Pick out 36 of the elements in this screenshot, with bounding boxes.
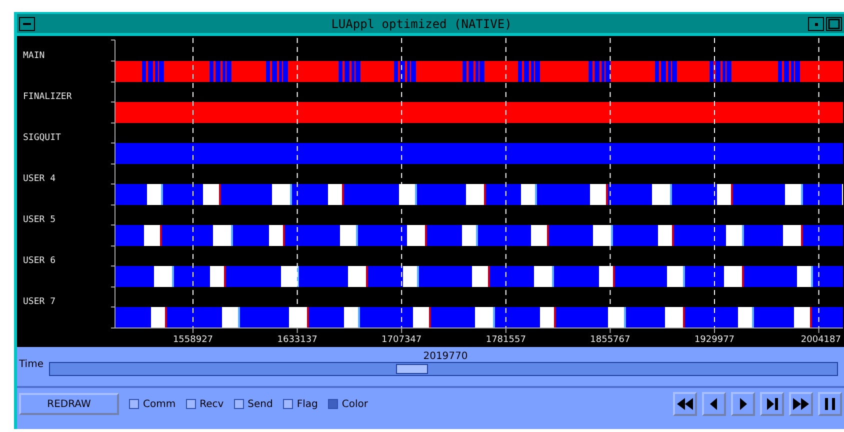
maximize-icon[interactable] <box>826 16 842 30</box>
window-menu-icon[interactable] <box>19 16 35 30</box>
window-title: LUAppl optimized (NATIVE) <box>330 16 513 30</box>
option-checkbox[interactable]: Comm <box>129 398 176 410</box>
fast-forward-button[interactable] <box>789 392 813 416</box>
slider-thumb[interactable] <box>396 364 428 374</box>
thread-label: FINALIZER <box>23 92 72 102</box>
thread-label: USER 5 <box>23 215 56 225</box>
time-tick-label: 1633137 <box>277 335 318 345</box>
option-checkbox[interactable]: Color <box>328 398 368 410</box>
slider-value: 2019770 <box>423 351 468 362</box>
time-tick-label: 1855767 <box>590 335 630 345</box>
thread-label: USER 4 <box>23 174 56 184</box>
thread-label: USER 6 <box>23 256 56 266</box>
option-checkbox[interactable]: Send <box>234 398 273 410</box>
time-slider[interactable] <box>49 362 838 376</box>
time-tick-label: 2004187 <box>800 335 841 345</box>
thread-label: MAIN <box>23 51 45 61</box>
step-end-button[interactable] <box>760 392 784 416</box>
time-tick-label: 1707347 <box>382 335 422 345</box>
time-tick-label: 1781557 <box>486 335 526 345</box>
slider-label: Time <box>19 359 44 370</box>
pause-button[interactable] <box>818 392 842 416</box>
option-checkbox[interactable]: Recv <box>186 398 224 410</box>
rewind-icon <box>675 396 695 412</box>
rewind-button[interactable] <box>673 392 697 416</box>
thread-label: SIGQUIT <box>23 133 61 143</box>
play-button[interactable] <box>731 392 755 416</box>
step-back-button[interactable] <box>702 392 726 416</box>
option-checkbox[interactable]: Flag <box>282 398 318 410</box>
thread-label: USER 7 <box>23 297 56 307</box>
minimize-icon[interactable] <box>808 16 824 30</box>
fast-forward-icon <box>791 396 811 412</box>
time-tick-label: 1558927 <box>172 335 214 345</box>
time-tick-label: 1929977 <box>694 335 735 345</box>
redraw-button[interactable]: REDRAW <box>19 393 119 415</box>
